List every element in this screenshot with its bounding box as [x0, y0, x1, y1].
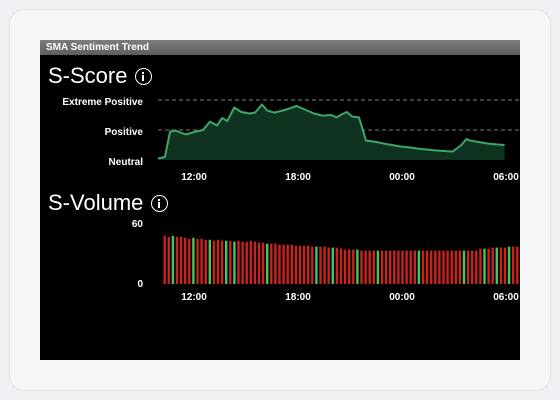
volume-bar-5: [184, 237, 187, 284]
volume-bar-12: [212, 240, 216, 284]
volume-bar-49: [364, 250, 367, 284]
s-volume-chart: [163, 235, 519, 285]
volume-bar-16: [229, 240, 232, 284]
volume-bar-21: [249, 240, 252, 284]
volume-bar-52: [376, 250, 380, 284]
volume-bar-69: [446, 250, 449, 284]
volume-bar-23: [257, 242, 261, 284]
volume-bar-79: [487, 248, 490, 284]
volume-bar-17: [233, 241, 236, 284]
volume-bar-65: [430, 250, 433, 284]
volume-bar-55: [389, 250, 392, 284]
volume-bar-9: [200, 238, 203, 284]
volume-bar-57: [397, 250, 400, 284]
volume-bar-83: [503, 247, 507, 284]
volume-bar-59: [405, 250, 408, 284]
volume-bar-80: [491, 247, 494, 284]
volume-xtick-0600: 06:00: [493, 292, 519, 303]
volume-bar-2: [171, 235, 175, 284]
volume-bar-40: [327, 247, 330, 284]
volume-bar-56: [393, 250, 396, 284]
volume-bar-36: [311, 246, 314, 284]
volume-bar-50: [368, 250, 371, 284]
volume-bar-71: [454, 250, 457, 284]
volume-bar-58: [401, 250, 404, 284]
volume-bar-3: [175, 236, 179, 284]
volume-bar-63: [421, 250, 425, 284]
volume-bar-67: [438, 250, 441, 284]
volume-bar-39: [323, 246, 326, 284]
volume-bar-62: [417, 250, 421, 284]
volume-bar-78: [483, 248, 486, 284]
volume-bar-35: [307, 245, 310, 285]
volume-bar-25: [266, 243, 269, 284]
volume-bar-85: [512, 246, 515, 284]
volume-bar-51: [372, 250, 375, 284]
sentiment-widget: SMA Sentiment Trend S-Score Extreme Posi…: [40, 40, 520, 360]
volume-bar-61: [413, 250, 416, 284]
volume-bar-15: [225, 240, 228, 284]
volume-bar-82: [499, 247, 503, 284]
volume-bar-37: [315, 246, 318, 284]
volume-bar-33: [298, 245, 302, 285]
volume-bar-10: [204, 239, 207, 285]
volume-bar-42: [335, 247, 339, 284]
volume-bar-19: [241, 241, 244, 284]
volume-bar-8: [196, 238, 199, 284]
volume-bar-27: [274, 243, 277, 284]
volume-bar-6: [188, 238, 191, 284]
volume-bar-13: [216, 239, 220, 285]
volume-bar-38: [319, 246, 322, 284]
volume-xtick-1200: 12:00: [181, 292, 207, 303]
volume-bar-72: [458, 250, 462, 284]
volume-xtick-0000: 00:00: [389, 292, 415, 303]
volume-bar-0: [163, 235, 166, 284]
volume-bar-68: [442, 250, 445, 284]
volume-bar-77: [479, 248, 482, 284]
volume-bar-24: [261, 242, 265, 284]
volume-xtick-1800: 18:00: [285, 292, 311, 303]
volume-bar-20: [245, 241, 248, 284]
volume-bar-74: [466, 250, 470, 284]
volume-bar-86: [516, 246, 519, 284]
volume-bar-4: [179, 236, 183, 284]
volume-bar-76: [475, 250, 478, 284]
volume-bar-11: [208, 239, 211, 285]
volume-bar-22: [253, 241, 257, 284]
volume-bar-54: [384, 250, 388, 284]
volume-bar-66: [434, 250, 437, 284]
volume-bar-31: [290, 244, 293, 284]
volume-bar-29: [282, 244, 285, 284]
volume-bar-32: [294, 245, 298, 285]
volume-bar-84: [507, 246, 511, 284]
volume-bar-18: [237, 240, 240, 284]
volume-bar-64: [425, 250, 429, 284]
volume-bar-1: [167, 236, 170, 284]
volume-bar-70: [450, 250, 453, 284]
volume-bar-60: [409, 250, 412, 284]
volume-bar-30: [286, 244, 289, 284]
volume-bar-7: [192, 237, 195, 284]
volume-bar-34: [302, 245, 306, 285]
volume-bar-75: [471, 250, 474, 284]
volume-bar-14: [220, 240, 224, 284]
volume-bar-81: [495, 247, 498, 284]
volume-bar-43: [339, 248, 343, 284]
volume-bar-47: [356, 249, 359, 284]
volume-bar-46: [352, 249, 355, 284]
volume-bar-45: [348, 249, 351, 284]
volume-bar-28: [278, 244, 281, 284]
volume-bar-48: [360, 250, 363, 284]
volume-bar-44: [343, 249, 347, 284]
volume-bar-41: [331, 247, 334, 284]
volume-bar-53: [380, 250, 384, 284]
volume-bar-73: [462, 250, 466, 284]
volume-bar-26: [270, 243, 273, 284]
